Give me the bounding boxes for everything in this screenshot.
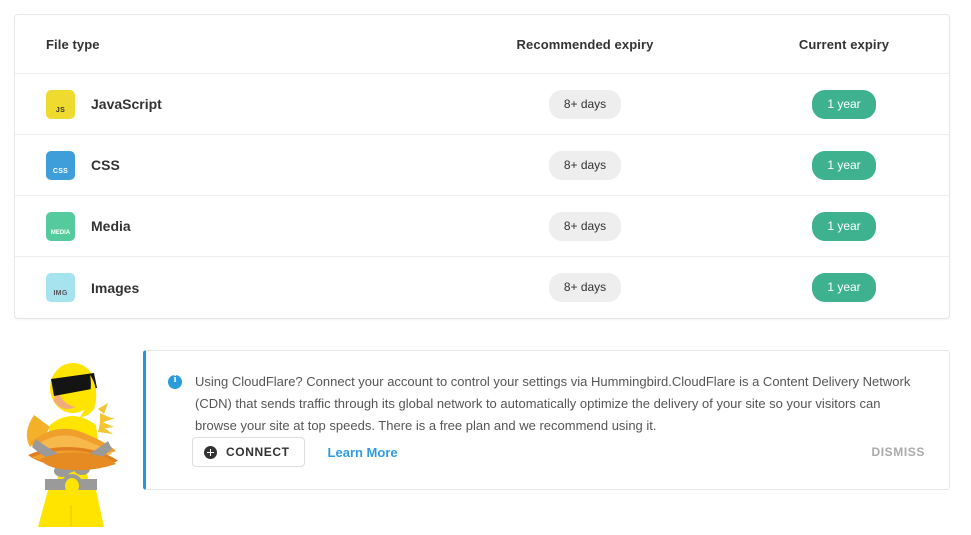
file-type-cell: MEDIA Media [15,211,425,241]
hummingbird-mascot-illustration [12,355,132,530]
learn-more-link[interactable]: Learn More [328,445,398,460]
file-type-name: CSS [91,157,120,173]
info-icon [168,374,182,389]
column-header-current-expiry: Current expiry [798,36,890,52]
connect-button[interactable]: CONNECT [192,437,305,467]
javascript-file-icon: JS [46,89,75,119]
current-expiry-badge: 1 year [812,89,876,119]
table-row: IMG Images 8+ days 1 year [15,257,949,318]
file-type-cell: CSS CSS [15,150,425,180]
current-expiry-badge: 1 year [812,273,876,302]
javascript-file-icon-label: JS [55,106,66,114]
notice-actions: CONNECT Learn More DISMISS [146,437,949,467]
file-type-name: Media [91,218,131,234]
recommended-expiry-cell: 8+ days [425,211,745,241]
current-expiry-badge: 1 year [812,150,876,180]
recommended-expiry-badge: 8+ days [548,89,622,119]
notice-body: Using CloudFlare? Connect your account t… [146,351,949,437]
current-expiry-cell: 1 year [745,89,949,119]
recommended-expiry-cell: 8+ days [425,273,745,302]
recommended-expiry-badge: 8+ days [548,211,622,241]
dismiss-button[interactable]: DISMISS [871,445,925,459]
recommended-expiry-cell: 8+ days [425,150,745,180]
current-expiry-badge: 1 year [812,211,876,241]
connect-button-label: CONNECT [226,445,290,459]
recommended-expiry-badge: 8+ days [548,273,622,302]
column-header-file-type: File type [46,36,100,52]
plus-circle-icon [204,445,217,459]
images-file-icon-label: IMG [53,290,68,297]
notice-message: Using CloudFlare? Connect your account t… [195,374,911,433]
recommended-expiry-badge: 8+ days [548,150,622,180]
recommended-expiry-cell: 8+ days [425,89,745,119]
table-row: MEDIA Media 8+ days 1 year [15,196,949,257]
table-row: CSS CSS 8+ days 1 year [15,135,949,196]
cloudflare-notice: Using CloudFlare? Connect your account t… [143,350,950,490]
file-type-name: JavaScript [91,96,162,112]
file-type-name: Images [91,279,140,296]
current-expiry-cell: 1 year [745,211,949,241]
table-row: JS JavaScript 8+ days 1 year [15,74,949,135]
css-file-icon-label: CSS [52,167,69,175]
current-expiry-cell: 1 year [745,273,949,302]
css-file-icon: CSS [46,150,75,180]
file-type-cell: IMG Images [15,273,425,302]
file-type-cell: JS JavaScript [15,89,425,119]
column-header-recommended-expiry: Recommended expiry [516,36,654,52]
images-file-icon: IMG [46,273,75,302]
table-header-row: File type Recommended expiry Current exp… [15,15,949,74]
media-file-icon: MEDIA [46,211,75,241]
current-expiry-cell: 1 year [745,150,949,180]
media-file-icon-label: MEDIA [50,229,71,236]
file-expiry-table-card: File type Recommended expiry Current exp… [14,14,950,319]
